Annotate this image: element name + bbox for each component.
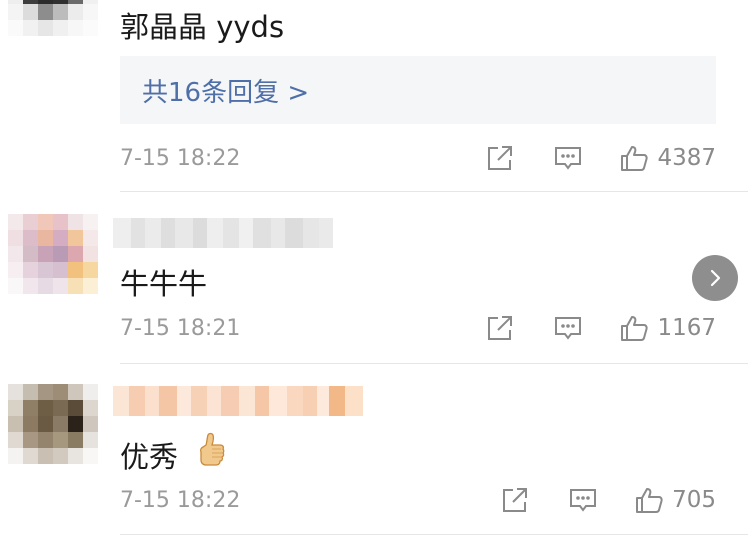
like-button[interactable]: 4387 [619,143,716,173]
like-count: 1167 [657,315,716,341]
comment-time: 7-15 18:22 [120,146,241,171]
reply-count-link[interactable]: 共16条回复 > [142,72,309,109]
share-icon[interactable] [485,313,515,343]
comment-actions: 705 [500,485,716,515]
avatar[interactable] [8,384,98,464]
comment-actions: 1167 [485,313,716,343]
avatar[interactable] [8,214,98,294]
comment-text: 牛牛牛 [120,267,208,301]
comment-item-3: 优秀 7-15 18:22 705 [0,364,748,544]
thumbs-up-emoji-icon [199,432,225,466]
chevron-right-icon [710,269,721,287]
comment-item-2: 牛牛牛 7-15 18:21 1167 [0,192,748,364]
share-icon[interactable] [500,485,530,515]
like-icon[interactable] [619,143,649,173]
comment-text: 郭晶晶 yyds [120,10,285,44]
comment-icon[interactable] [553,313,583,343]
comment-time: 7-15 18:22 [120,488,241,513]
comment-time: 7-15 18:21 [120,316,241,341]
comment-item-1: 郭晶晶 yyds 共16条回复 > 7-15 18:22 4387 [0,0,748,192]
like-button[interactable]: 705 [634,485,716,515]
like-icon[interactable] [619,313,649,343]
comment-icon[interactable] [568,485,598,515]
avatar[interactable] [8,0,98,36]
like-count: 705 [672,487,716,513]
comment-actions: 4387 [485,143,716,173]
like-button[interactable]: 1167 [619,313,716,343]
comment-text-content: 优秀 [120,440,179,474]
next-button[interactable] [692,255,738,301]
username[interactable] [113,218,333,248]
like-count: 4387 [657,145,716,171]
divider [120,534,748,535]
comment-text: 优秀 [120,434,178,476]
share-icon[interactable] [485,143,515,173]
username[interactable] [113,386,363,416]
like-icon[interactable] [634,485,664,515]
reply-summary-box[interactable]: 共16条回复 > [120,56,716,124]
comment-icon[interactable] [553,143,583,173]
